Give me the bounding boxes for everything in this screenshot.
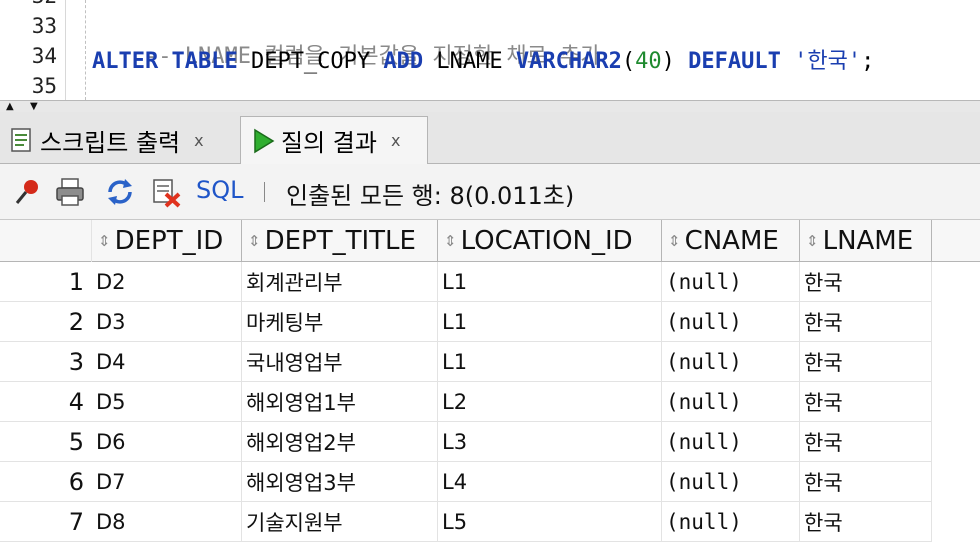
line-number-gutter: 32 33 34 35	[0, 0, 66, 100]
cell-dept-title[interactable]: 회계관리부	[242, 262, 438, 302]
cell-cname[interactable]: (null)	[662, 342, 800, 382]
table-row[interactable]: 7 D8 기술지원부 L5 (null) 한국	[0, 502, 980, 542]
row-number-header	[0, 220, 92, 262]
cell-dept-title[interactable]: 해외영업1부	[242, 382, 438, 422]
column-header-dept-id[interactable]: ⇕ DEPT_ID	[92, 220, 242, 262]
keyword: DEFAULT	[688, 49, 781, 74]
sort-icon[interactable]: ⇕	[248, 232, 261, 250]
result-tab-bar: 스크립트 출력 x 질의 결과 x	[0, 112, 980, 164]
cell-cname[interactable]: (null)	[662, 382, 800, 422]
sort-icon[interactable]: ⇕	[668, 232, 681, 250]
table-row[interactable]: 1 D2 회계관리부 L1 (null) 한국	[0, 262, 980, 302]
panel-splitter[interactable]: ▲ ▼	[0, 100, 980, 112]
cell-dept-id[interactable]: D6	[92, 422, 242, 462]
cell-dept-id[interactable]: D8	[92, 502, 242, 542]
row-number: 3	[0, 342, 92, 382]
keyword: VARCHAR2	[515, 49, 622, 74]
line-number: 34	[31, 44, 57, 68]
string-literal: '한국'	[794, 49, 862, 74]
cell-cname[interactable]: (null)	[662, 462, 800, 502]
punctuation: ;	[861, 49, 875, 74]
row-number: 5	[0, 422, 92, 462]
keyword: ADD	[383, 49, 424, 74]
sort-icon[interactable]: ⇕	[98, 232, 111, 250]
grid-header: ⇕ DEPT_ID ⇕ DEPT_TITLE ⇕ LOCATION_ID ⇕ CNAME…	[0, 220, 980, 262]
cell-dept-id[interactable]: D5	[92, 382, 242, 422]
cell-cname[interactable]: (null)	[662, 262, 800, 302]
tab-label: 질의 결과	[281, 129, 377, 157]
cell-lname[interactable]: 한국	[800, 462, 932, 502]
pin-icon[interactable]	[12, 176, 44, 208]
cell-lname[interactable]: 한국	[800, 502, 932, 542]
cell-dept-id[interactable]: D7	[92, 462, 242, 502]
run-query-icon	[254, 128, 275, 153]
cell-location-id[interactable]: L5	[438, 502, 662, 542]
cell-lname[interactable]: 한국	[800, 342, 932, 382]
sort-icon[interactable]: ⇕	[806, 232, 819, 250]
cell-location-id[interactable]: L1	[438, 262, 662, 302]
clear-icon[interactable]	[150, 176, 182, 208]
cell-dept-id[interactable]: D4	[92, 342, 242, 382]
close-icon[interactable]: x	[194, 131, 203, 150]
result-grid[interactable]: ⇕ DEPT_ID ⇕ DEPT_TITLE ⇕ LOCATION_ID ⇕ CNAME…	[0, 220, 980, 546]
cell-location-id[interactable]: L1	[438, 302, 662, 342]
line-number: 33	[31, 14, 57, 38]
fold-guide	[85, 0, 86, 100]
fetch-status: 인출된 모든 행: 8(0.011초)	[286, 182, 575, 210]
script-output-icon	[11, 128, 31, 152]
row-number: 4	[0, 382, 92, 422]
column-header-lname[interactable]: ⇕ LNAME	[800, 220, 932, 262]
identifier: LNAME	[436, 49, 503, 74]
cell-location-id[interactable]: L2	[438, 382, 662, 422]
column-header-location-id[interactable]: ⇕ LOCATION_ID	[438, 220, 662, 262]
keyword: ALTER TABLE	[92, 49, 238, 74]
cell-dept-id[interactable]: D2	[92, 262, 242, 302]
result-toolbar: SQL 인출된 모든 행: 8(0.011초)	[0, 164, 980, 220]
cell-lname[interactable]: 한국	[800, 382, 932, 422]
toolbar-separator	[264, 182, 265, 202]
table-row[interactable]: 3 D4 국내영업부 L1 (null) 한국	[0, 342, 980, 382]
table-row[interactable]: 2 D3 마케팅부 L1 (null) 한국	[0, 302, 980, 342]
column-header-cname[interactable]: ⇕ CNAME	[662, 220, 800, 262]
cell-cname[interactable]: (null)	[662, 502, 800, 542]
cell-cname[interactable]: (null)	[662, 422, 800, 462]
row-number: 2	[0, 302, 92, 342]
punctuation: )	[661, 49, 675, 74]
code-line-statement[interactable]: ALTER TABLE DEPT_COPY ADD LNAME VARCHAR2…	[92, 43, 874, 75]
number-literal: 40	[635, 49, 662, 74]
cell-location-id[interactable]: L1	[438, 342, 662, 382]
column-header-dept-title[interactable]: ⇕ DEPT_TITLE	[242, 220, 438, 262]
cell-location-id[interactable]: L3	[438, 422, 662, 462]
cell-dept-title[interactable]: 해외영업2부	[242, 422, 438, 462]
tab-query-result[interactable]: 질의 결과 x	[240, 116, 428, 164]
tab-label: 스크립트 출력	[40, 128, 181, 157]
cell-dept-title[interactable]: 해외영업3부	[242, 462, 438, 502]
identifier: DEPT_COPY	[250, 49, 371, 74]
row-number: 1	[0, 262, 92, 302]
line-number: 35	[31, 74, 57, 98]
print-icon[interactable]	[54, 176, 86, 208]
table-row[interactable]: 4 D5 해외영업1부 L2 (null) 한국	[0, 382, 980, 422]
punctuation: (	[621, 49, 636, 74]
table-row[interactable]: 5 D6 해외영업2부 L3 (null) 한국	[0, 422, 980, 462]
tab-script-output[interactable]: 스크립트 출력 x	[0, 116, 238, 164]
cell-location-id[interactable]: L4	[438, 462, 662, 502]
cell-dept-title[interactable]: 국내영업부	[242, 342, 438, 382]
cell-dept-title[interactable]: 기술지원부	[242, 502, 438, 542]
sql-editor[interactable]: 32 33 34 35 -- LNAME 컬럼을 기본값을 지정한 채로 추가 …	[0, 0, 980, 100]
row-number: 6	[0, 462, 92, 502]
cell-lname[interactable]: 한국	[800, 262, 932, 302]
refresh-icon[interactable]	[104, 176, 136, 208]
cell-lname[interactable]: 한국	[800, 422, 932, 462]
sort-icon[interactable]: ⇕	[444, 232, 457, 250]
line-number: 32	[0, 0, 57, 8]
sql-button[interactable]: SQL	[196, 176, 244, 204]
cell-dept-title[interactable]: 마케팅부	[242, 302, 438, 342]
close-icon[interactable]: x	[391, 131, 400, 150]
cell-cname[interactable]: (null)	[662, 302, 800, 342]
cell-lname[interactable]: 한국	[800, 302, 932, 342]
table-row[interactable]: 6 D7 해외영업3부 L4 (null) 한국	[0, 462, 980, 502]
cell-dept-id[interactable]: D3	[92, 302, 242, 342]
row-number: 7	[0, 502, 92, 542]
